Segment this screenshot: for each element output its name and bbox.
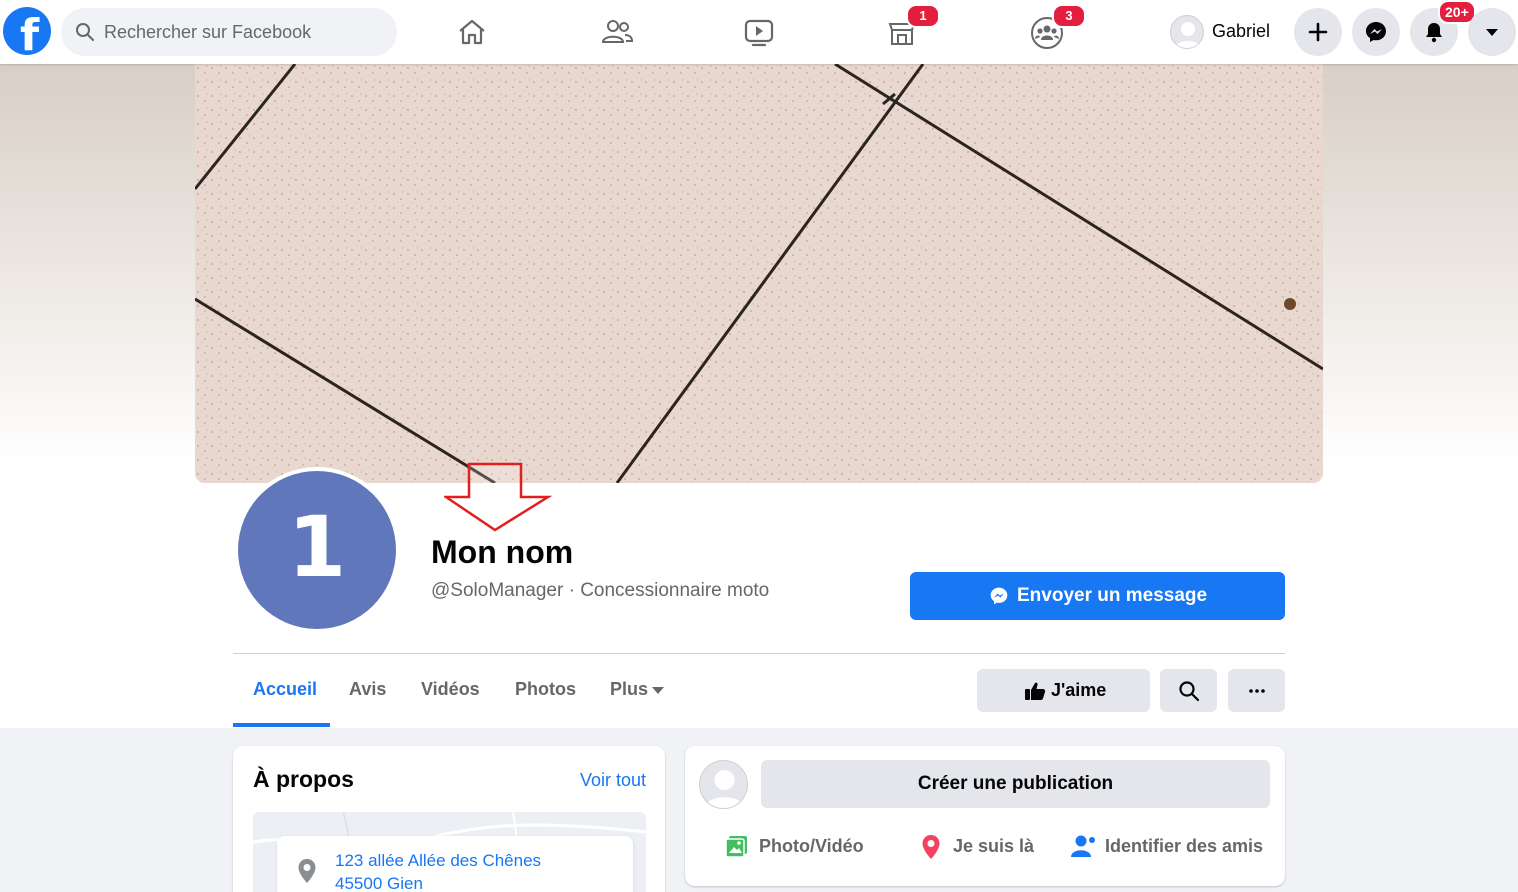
user-name: Gabriel bbox=[1212, 21, 1271, 41]
page-avatar-number: 1 bbox=[287, 498, 347, 596]
composer-avatar[interactable] bbox=[699, 760, 748, 809]
create-button[interactable] bbox=[1294, 8, 1342, 56]
marketplace-badge: 1 bbox=[906, 4, 940, 28]
nav-groups[interactable]: 3 bbox=[1022, 4, 1086, 52]
messenger-icon bbox=[990, 587, 1008, 605]
address-line-1[interactable]: 123 allée Allée des Chênes bbox=[335, 851, 541, 871]
like-label: J'aime bbox=[1051, 680, 1107, 700]
caret-down-icon bbox=[652, 687, 664, 694]
facebook-logo-letter: f bbox=[20, 10, 40, 61]
groups-badge: 3 bbox=[1052, 4, 1086, 28]
messenger-button[interactable] bbox=[1352, 8, 1400, 56]
caret-down-icon bbox=[1486, 29, 1498, 36]
page-avatar-image: 1 bbox=[238, 471, 396, 629]
profile-shortcut[interactable]: Gabriel bbox=[1168, 12, 1280, 52]
tab-avis[interactable]: Avis bbox=[349, 679, 386, 700]
nav-watch[interactable] bbox=[735, 12, 783, 52]
address-line-2[interactable]: 45500 Gien bbox=[335, 874, 423, 892]
send-message-label: Envoyer un message bbox=[1017, 585, 1208, 606]
cover-photo[interactable] bbox=[195, 64, 1323, 483]
cover-photo-image bbox=[195, 64, 1323, 483]
messenger-icon bbox=[1366, 22, 1386, 42]
address-box: 123 allée Allée des Chênes 45500 Gien bbox=[277, 836, 633, 892]
tag-friends-icon bbox=[1071, 835, 1095, 857]
page-subtitle: @SoloManager · Concessionnaire moto bbox=[431, 580, 770, 601]
about-title: À propos bbox=[253, 766, 354, 792]
like-button[interactable]: J'aime bbox=[977, 669, 1150, 712]
tab-videos[interactable]: Vidéos bbox=[421, 679, 480, 700]
tab-plus[interactable]: Plus bbox=[610, 679, 648, 700]
location-pin-icon bbox=[298, 859, 316, 883]
search-icon bbox=[1179, 681, 1200, 702]
page-avatar[interactable]: 1 bbox=[234, 467, 400, 633]
search-icon bbox=[76, 23, 94, 41]
checkin-button[interactable]: Je suis là bbox=[921, 832, 1041, 862]
active-tab-indicator bbox=[233, 723, 330, 727]
photo-video-label: Photo/Vidéo bbox=[759, 836, 864, 856]
checkin-label: Je suis là bbox=[953, 836, 1035, 856]
annotation-arrow bbox=[444, 462, 553, 532]
tab-accueil[interactable]: Accueil bbox=[253, 679, 317, 700]
nav-friends[interactable] bbox=[592, 12, 640, 52]
about-card: À propos Voir tout 123 allée Allée des C… bbox=[233, 746, 665, 892]
page-title: Mon nom bbox=[431, 534, 574, 570]
header-divider bbox=[233, 653, 1285, 654]
location-pin-icon bbox=[922, 835, 940, 859]
bell-icon bbox=[1426, 23, 1442, 43]
home-icon bbox=[459, 19, 485, 45]
plus-icon bbox=[1308, 22, 1328, 42]
facebook-logo[interactable]: f bbox=[3, 7, 51, 60]
more-dots-icon bbox=[1249, 689, 1265, 693]
friends-icon bbox=[601, 20, 634, 43]
notifications-button[interactable]: 20+ bbox=[1410, 0, 1476, 56]
account-menu-button[interactable] bbox=[1468, 8, 1516, 56]
tab-photos[interactable]: Photos bbox=[515, 679, 576, 700]
page-header-background bbox=[0, 480, 1518, 728]
top-navigation-bar: f Rechercher sur Facebook 1 3 Gabriel 20… bbox=[0, 0, 1518, 64]
see-all-link[interactable]: Voir tout bbox=[580, 770, 646, 791]
page-search-button[interactable] bbox=[1160, 669, 1217, 712]
send-message-button[interactable]: Envoyer un message bbox=[910, 572, 1285, 620]
watch-icon bbox=[744, 19, 774, 47]
user-avatar bbox=[1170, 15, 1204, 49]
search-placeholder: Rechercher sur Facebook bbox=[104, 22, 312, 42]
thumbs-up-icon bbox=[1025, 682, 1046, 700]
tag-friends-button[interactable]: Identifier des amis bbox=[1071, 832, 1264, 862]
map-preview[interactable]: 123 allée Allée des Chênes 45500 Gien bbox=[253, 812, 646, 892]
more-options-button[interactable] bbox=[1228, 669, 1285, 712]
nav-home[interactable] bbox=[448, 12, 496, 52]
tag-friends-label: Identifier des amis bbox=[1105, 836, 1264, 856]
photo-video-button[interactable]: Photo/Vidéo bbox=[725, 832, 875, 862]
nav-marketplace[interactable]: 1 bbox=[878, 4, 940, 52]
search-input[interactable]: Rechercher sur Facebook bbox=[61, 8, 397, 56]
photo-icon bbox=[725, 836, 747, 858]
create-post-button[interactable]: Créer une publication bbox=[761, 760, 1270, 808]
composer-card: Créer une publication Photo/Vidéo Je sui… bbox=[685, 746, 1285, 886]
